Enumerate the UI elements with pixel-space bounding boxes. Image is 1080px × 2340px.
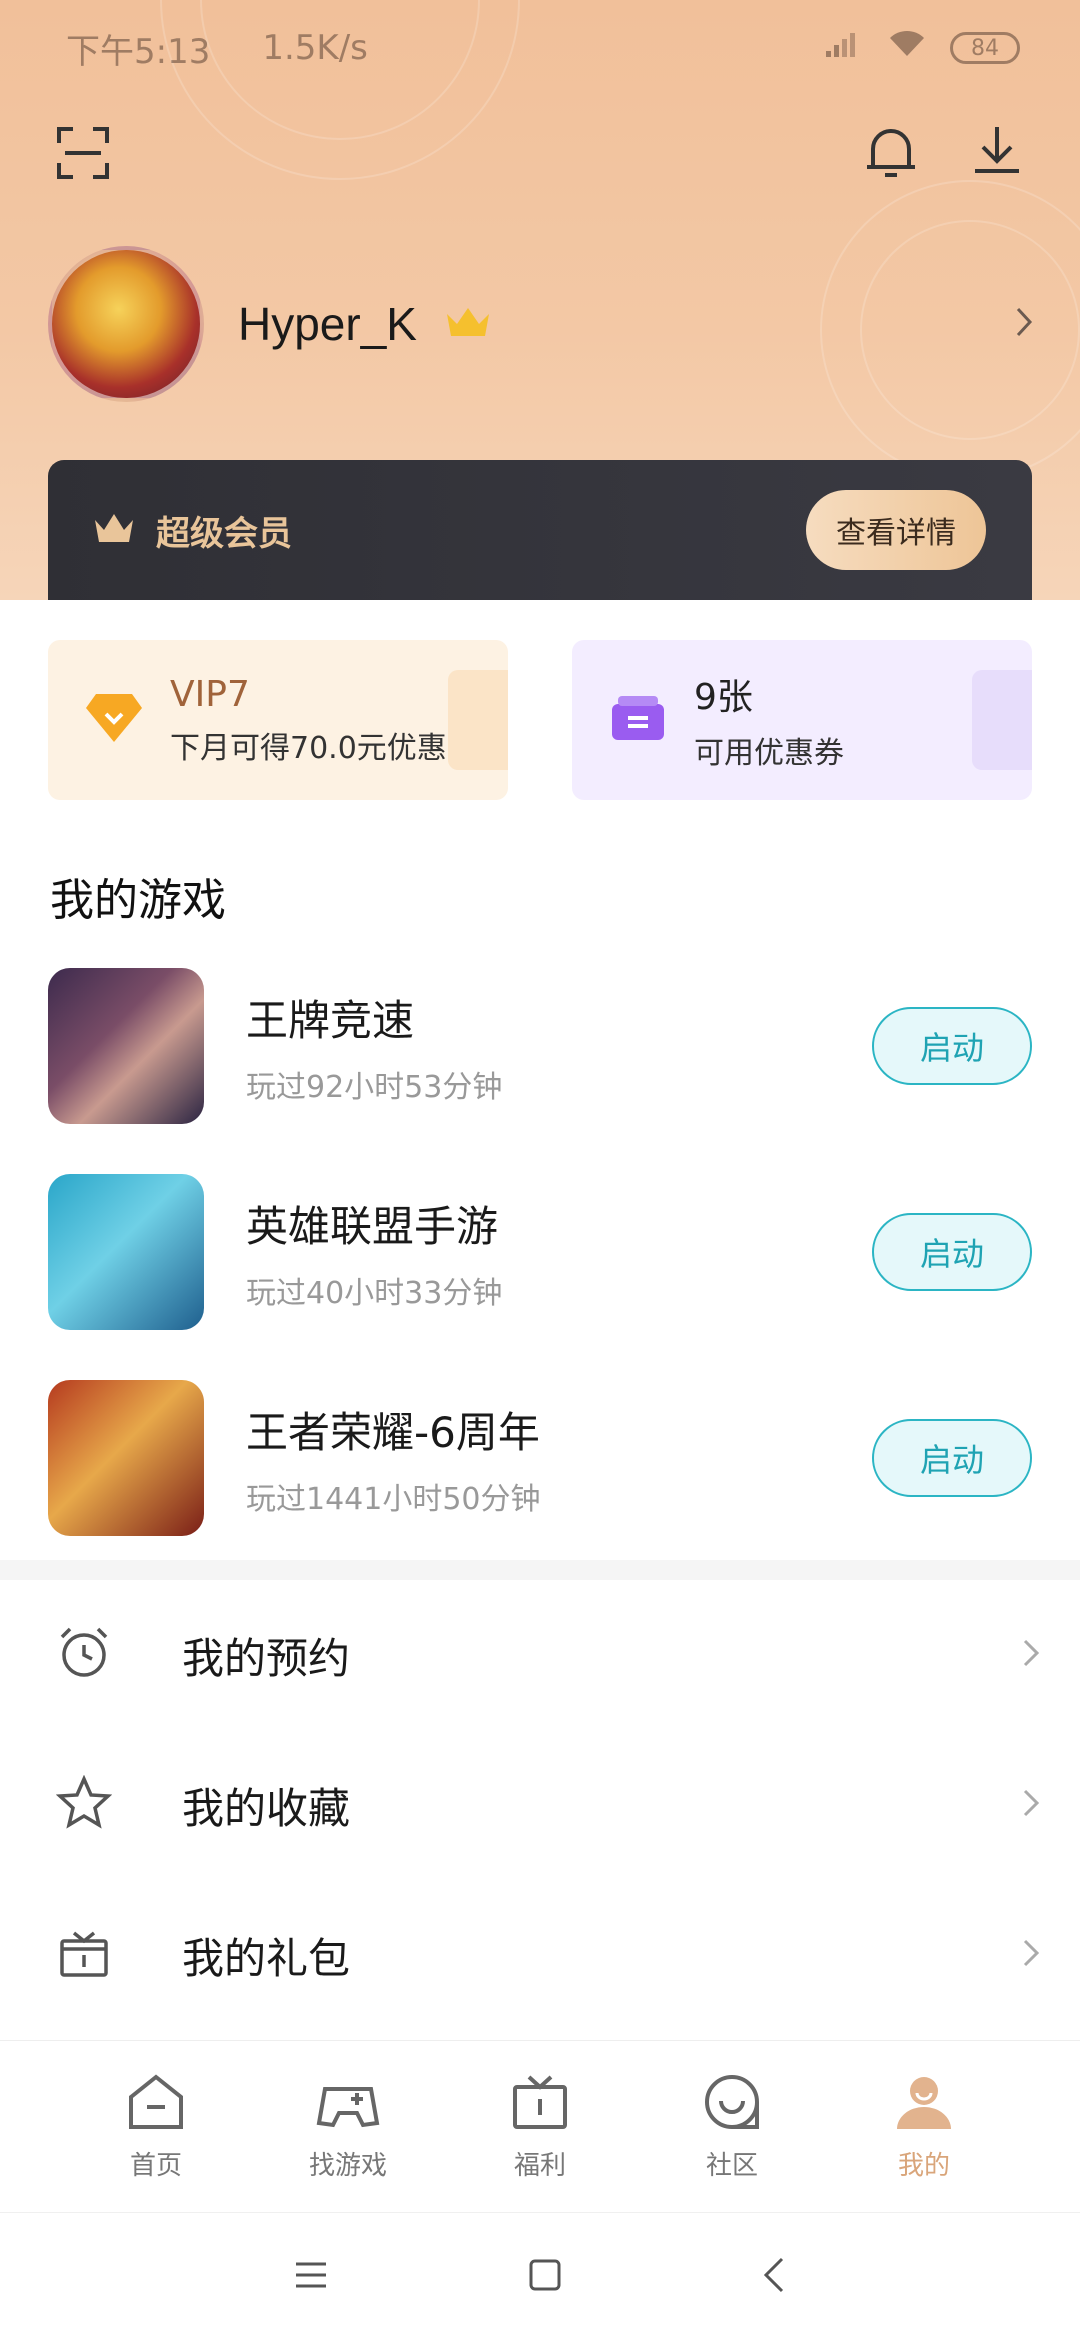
star-icon — [55, 1774, 113, 1835]
tab-find-games[interactable]: 找游戏 — [273, 2041, 423, 2212]
game-name: 王牌竞速 — [246, 995, 415, 1045]
status-bar: 下午5:13 1.5K/s 84 — [0, 0, 1080, 96]
chevron-right-icon — [1022, 1788, 1040, 1822]
game-playtime: 玩过40小时33分钟 — [246, 1275, 503, 1311]
launch-button[interactable]: 启动 — [872, 1419, 1032, 1497]
profile-row[interactable]: Hyper_K — [48, 244, 1048, 404]
game-row[interactable]: 英雄联盟手游 玩过40小时33分钟 启动 — [48, 1174, 1032, 1330]
status-time: 下午5:13 — [66, 31, 211, 72]
status-speed: 1.5K/s — [262, 28, 368, 68]
game-playtime: 玩过92小时53分钟 — [246, 1069, 503, 1105]
menu-item-favorites[interactable]: 我的收藏 — [0, 1730, 1080, 1880]
gift-icon — [509, 2071, 571, 2137]
chevron-right-icon — [1022, 1938, 1040, 1972]
menu-item-gift-packs[interactable]: 我的礼包 — [0, 1880, 1080, 2030]
menu-item-reservations[interactable]: 我的预约 — [0, 1580, 1080, 1730]
avatar[interactable] — [48, 246, 204, 402]
signal-icon — [824, 28, 864, 68]
tab-label: 首页 — [129, 2151, 182, 2181]
coupon-count: 9张 — [694, 677, 753, 718]
gift-icon — [56, 1925, 112, 1985]
battery-level: 84 — [971, 35, 999, 61]
game-row[interactable]: 王者荣耀-6周年 玩过1441小时50分钟 启动 — [48, 1380, 1032, 1536]
menu-label: 我的预约 — [182, 1633, 351, 1683]
battery-indicator: 84 — [950, 32, 1020, 64]
launch-button[interactable]: 启动 — [872, 1213, 1032, 1291]
username: Hyper_K — [238, 298, 417, 350]
back-icon[interactable] — [762, 2256, 786, 2298]
bottom-tab-bar: 首页 找游戏 福利 社区 我的 — [0, 2040, 1080, 2212]
section-divider — [0, 1560, 1080, 1580]
download-icon[interactable] — [962, 118, 1032, 188]
coupon-label: 可用优惠券 — [694, 736, 844, 771]
game-icon[interactable] — [48, 1174, 204, 1330]
my-games-title: 我的游戏 — [50, 875, 226, 926]
card-decoration — [972, 670, 1032, 770]
bell-icon[interactable] — [856, 118, 926, 188]
game-row[interactable]: 王牌竞速 玩过92小时53分钟 启动 — [48, 968, 1032, 1124]
home-square-icon[interactable] — [528, 2258, 562, 2296]
vip-title: 超级会员 — [156, 513, 292, 554]
menu-icon[interactable] — [294, 2260, 328, 2294]
ticket-icon — [608, 692, 668, 748]
system-nav-bar — [0, 2212, 1080, 2340]
main-content: VIP7 下月可得70.0元优惠... 9张 可用优惠券 我的游戏 王牌竞速 玩… — [0, 600, 1080, 2040]
game-icon[interactable] — [48, 968, 204, 1124]
profile-icon — [893, 2071, 955, 2137]
profile-header: 下午5:13 1.5K/s 84 Hyper_K 超级会员 查看详情 — [0, 0, 1080, 600]
diamond-icon — [84, 690, 144, 750]
menu-label: 我的收藏 — [182, 1783, 351, 1833]
tab-label: 福利 — [513, 2151, 566, 2181]
game-name: 英雄联盟手游 — [246, 1201, 499, 1251]
game-icon[interactable] — [48, 1380, 204, 1536]
crown-icon — [443, 302, 493, 346]
wifi-icon — [886, 28, 928, 69]
vip-level: VIP7 — [170, 673, 250, 715]
coupon-card[interactable]: 9张 可用优惠券 — [572, 640, 1032, 800]
tab-label: 找游戏 — [308, 2151, 387, 2181]
menu-label: 我的礼包 — [182, 1933, 351, 1983]
tab-me[interactable]: 我的 — [849, 2041, 999, 2212]
chevron-right-icon — [1014, 305, 1034, 343]
view-details-button[interactable]: 查看详情 — [806, 490, 986, 570]
tab-home[interactable]: 首页 — [81, 2041, 231, 2212]
vip-level-card[interactable]: VIP7 下月可得70.0元优惠... — [48, 640, 508, 800]
chevron-right-icon — [1022, 1638, 1040, 1672]
card-decoration — [448, 670, 508, 770]
game-playtime: 玩过1441小时50分钟 — [246, 1481, 541, 1517]
vip-benefit: 下月可得70.0元优惠... — [170, 730, 476, 766]
home-icon — [125, 2071, 187, 2137]
tab-benefits[interactable]: 福利 — [465, 2041, 615, 2212]
vip-banner[interactable]: 超级会员 查看详情 — [48, 460, 1032, 600]
launch-button[interactable]: 启动 — [872, 1007, 1032, 1085]
crown-icon — [92, 510, 136, 550]
game-name: 王者荣耀-6周年 — [246, 1407, 540, 1457]
scan-icon[interactable] — [48, 118, 118, 188]
community-icon — [701, 2071, 763, 2137]
tab-community[interactable]: 社区 — [657, 2041, 807, 2212]
gamepad-icon — [315, 2071, 381, 2137]
tab-label: 社区 — [705, 2151, 758, 2181]
alarm-clock-icon — [56, 1625, 112, 1685]
tab-label: 我的 — [897, 2151, 950, 2181]
